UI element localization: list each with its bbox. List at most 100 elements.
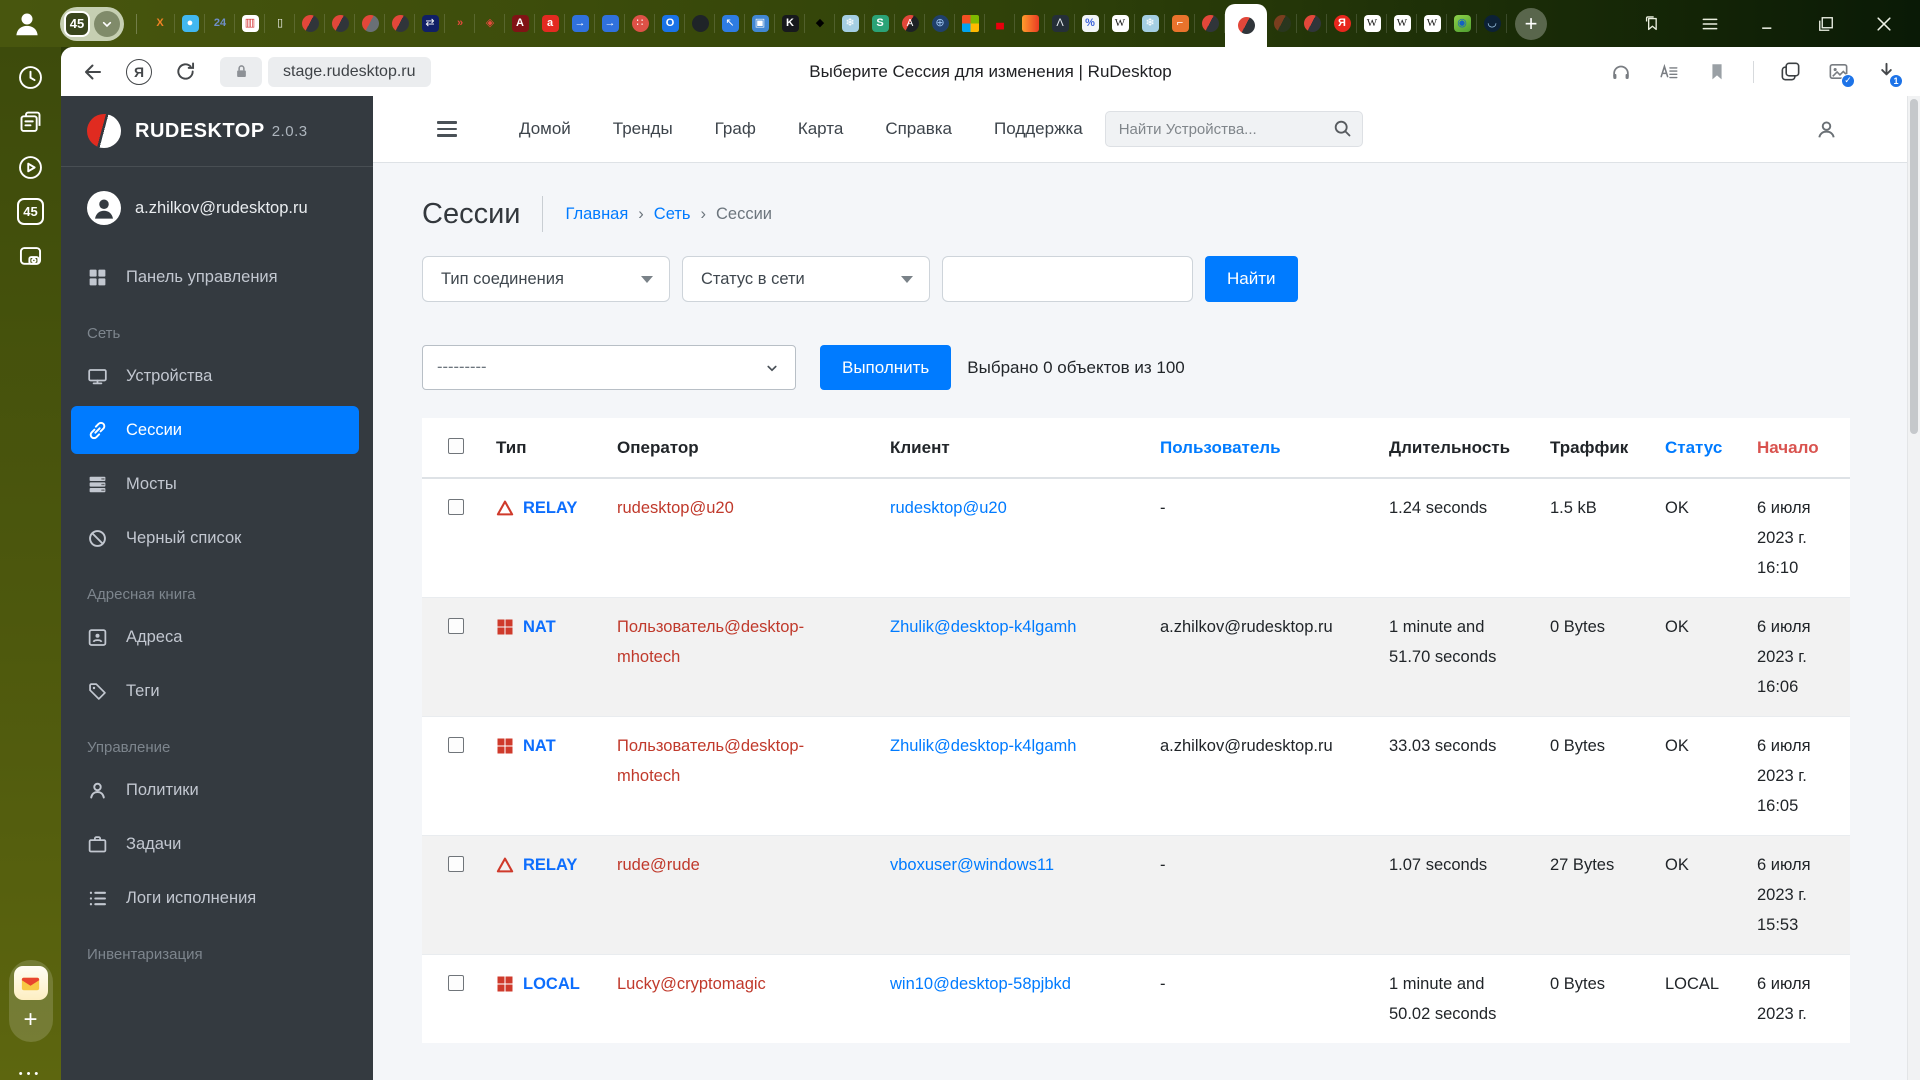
menu-icon[interactable]: [1700, 14, 1720, 34]
sidebar-toggle-icon[interactable]: [437, 121, 457, 137]
chevron-down-icon[interactable]: [94, 10, 120, 37]
browser-tab[interactable]: ▯: [265, 0, 295, 47]
topnav-link[interactable]: Домой: [519, 119, 571, 139]
search-icon[interactable]: [1332, 118, 1353, 144]
browser-tab[interactable]: ▄: [985, 0, 1015, 47]
session-type-link[interactable]: NAT: [523, 612, 556, 642]
browser-tab[interactable]: [955, 0, 985, 47]
sidebar-item[interactable]: Логи исполнения: [71, 874, 359, 922]
column-header[interactable]: Траффик: [1538, 418, 1653, 479]
sidebar-item[interactable]: Панель управления: [71, 253, 359, 301]
filter-search-input[interactable]: [942, 256, 1193, 302]
row-checkbox[interactable]: [448, 499, 464, 515]
connection-type-filter[interactable]: Тип соединения: [422, 256, 670, 302]
sidebar-item[interactable]: Задачи: [71, 820, 359, 868]
browser-tab[interactable]: W: [1417, 0, 1447, 47]
extensions-icon[interactable]: [1778, 60, 1802, 84]
profile-avatar-icon[interactable]: [10, 7, 44, 41]
screenshot-icon[interactable]: [17, 242, 45, 270]
sidebar-item[interactable]: Устройства: [71, 352, 359, 400]
topnav-link[interactable]: Граф: [715, 119, 756, 139]
new-tab-button[interactable]: +: [1515, 7, 1547, 40]
operator-link[interactable]: Lucky@cryptomagic: [617, 975, 766, 993]
bookmark-icon[interactable]: [1705, 60, 1729, 84]
sidebar-item[interactable]: Мосты: [71, 460, 359, 508]
minimize-button[interactable]: [1758, 14, 1778, 34]
add-widget-button[interactable]: +: [23, 1000, 37, 1034]
browser-tab[interactable]: ◡: [1477, 0, 1507, 47]
client-link[interactable]: Zhulik@desktop-k4lgamh: [890, 737, 1076, 755]
row-checkbox[interactable]: [448, 856, 464, 872]
maximize-button[interactable]: [1816, 14, 1836, 34]
sidebar-item[interactable]: Адреса: [71, 613, 359, 661]
client-link[interactable]: Zhulik@desktop-k4lgamh: [890, 618, 1076, 636]
mail-icon[interactable]: [13, 966, 48, 1000]
notes-icon[interactable]: [17, 108, 45, 136]
yandex-icon[interactable]: Я: [126, 58, 152, 85]
session-type-link[interactable]: RELAY: [523, 850, 577, 880]
select-all-checkbox[interactable]: [448, 438, 464, 454]
browser-tab[interactable]: Я: [1327, 0, 1357, 47]
column-header[interactable]: Статус: [1653, 418, 1745, 479]
client-link[interactable]: rudesktop@u20: [890, 499, 1007, 517]
browser-tab[interactable]: ⊕: [925, 0, 955, 47]
topnav-link[interactable]: Справка: [885, 119, 952, 139]
execute-button[interactable]: Выполнить: [820, 345, 952, 390]
operator-link[interactable]: Пользователь@desktop-mhotech: [617, 618, 804, 666]
browser-tab[interactable]: ❄: [835, 0, 865, 47]
sidebar-item[interactable]: Теги: [71, 667, 359, 715]
close-button[interactable]: [1874, 14, 1894, 34]
browser-tab[interactable]: ❄: [1135, 0, 1165, 47]
session-type-link[interactable]: NAT: [523, 731, 556, 761]
ssl-lock-icon[interactable]: [220, 56, 262, 87]
column-header[interactable]: Пользователь: [1148, 418, 1377, 479]
refresh-icon[interactable]: [172, 59, 198, 85]
history-icon[interactable]: [17, 63, 45, 91]
browser-tab[interactable]: [295, 0, 325, 47]
bookmarks-panel-icon[interactable]: [1642, 14, 1662, 34]
browser-tab[interactable]: [385, 0, 415, 47]
browser-tab[interactable]: W: [1105, 0, 1135, 47]
browser-tab[interactable]: →: [565, 0, 595, 47]
client-link[interactable]: vboxuser@windows11: [890, 856, 1054, 874]
sidebar-item[interactable]: Сессии: [71, 406, 359, 454]
breadcrumb-link[interactable]: Сеть: [654, 205, 691, 224]
tab-count-icon[interactable]: 45: [17, 198, 44, 225]
browser-tab[interactable]: ▥: [235, 0, 265, 47]
breadcrumb-link[interactable]: Главная: [565, 205, 628, 224]
browser-tab[interactable]: [1015, 0, 1045, 47]
browser-tab[interactable]: [1225, 4, 1267, 47]
session-type-link[interactable]: LOCAL: [523, 969, 580, 999]
browser-tab[interactable]: S: [865, 0, 895, 47]
browser-tab[interactable]: O: [655, 0, 685, 47]
operator-link[interactable]: rudesktop@u20: [617, 499, 734, 517]
topnav-link[interactable]: Карта: [798, 119, 844, 139]
browser-tab[interactable]: ●: [175, 0, 205, 47]
browser-tab[interactable]: ▣: [745, 0, 775, 47]
column-header[interactable]: Начало: [1745, 418, 1850, 479]
row-checkbox[interactable]: [448, 737, 464, 753]
column-header[interactable]: Оператор: [605, 418, 878, 479]
sidebar-item[interactable]: Политики: [71, 766, 359, 814]
browser-tab[interactable]: [1267, 0, 1297, 47]
browser-tab[interactable]: 24: [205, 0, 235, 47]
account-icon[interactable]: [1815, 118, 1838, 141]
browser-tab[interactable]: ∷: [625, 0, 655, 47]
page-scrollbar[interactable]: [1907, 96, 1920, 1080]
operator-link[interactable]: rude@rude: [617, 856, 700, 874]
browser-tab[interactable]: ⌐: [1165, 0, 1195, 47]
column-header[interactable]: Длительность: [1377, 418, 1538, 479]
user-panel[interactable]: a.zhilkov@rudesktop.ru: [61, 167, 373, 243]
browser-tab[interactable]: a: [535, 0, 565, 47]
scrollbar-thumb[interactable]: [1910, 99, 1918, 434]
browser-tab[interactable]: ⇄: [415, 0, 445, 47]
brand[interactable]: RUDESKTOP 2.0.3: [61, 96, 373, 167]
browser-tab[interactable]: [1297, 0, 1327, 47]
back-icon[interactable]: [80, 59, 106, 85]
browser-tab[interactable]: [685, 0, 715, 47]
client-link[interactable]: win10@desktop-58pjbkd: [890, 975, 1071, 993]
browser-tab[interactable]: %: [1075, 0, 1105, 47]
topnav-link[interactable]: Поддержка: [994, 119, 1083, 139]
tab-counter-pill[interactable]: 45: [60, 6, 124, 41]
browser-tab[interactable]: »: [445, 0, 475, 47]
